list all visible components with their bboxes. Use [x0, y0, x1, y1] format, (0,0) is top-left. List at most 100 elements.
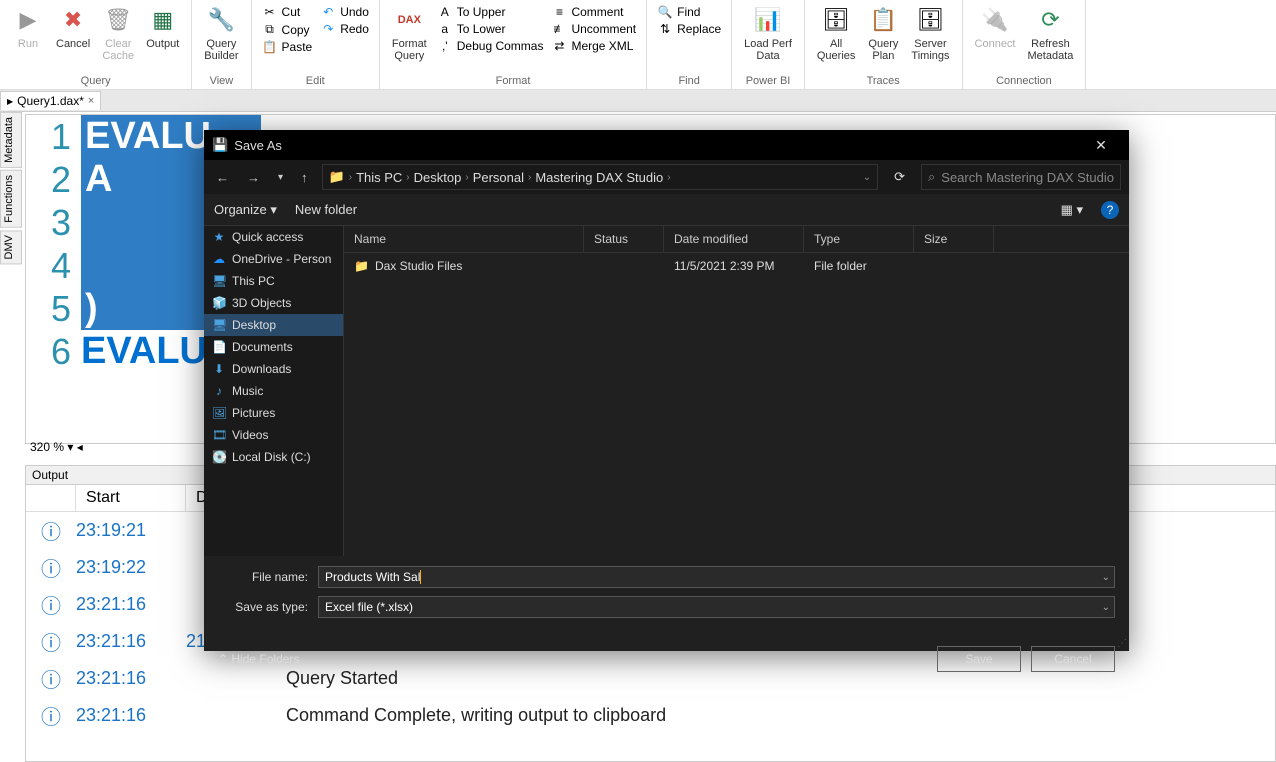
info-icon: ⓘ — [26, 627, 76, 656]
output-button[interactable]: ▦Output — [140, 2, 185, 52]
line-number: 6 — [26, 331, 81, 373]
debug-commas-button[interactable]: ,'Debug Commas — [433, 38, 548, 54]
tree-icon: 🎞 — [212, 428, 226, 442]
tab-query1[interactable]: ▶ Query1.dax* × — [0, 91, 101, 110]
undo-button[interactable]: ↶Undo — [316, 4, 373, 20]
output-row[interactable]: ⓘ 23:21:16 Command Complete, writing out… — [26, 697, 1275, 734]
to-upper-button[interactable]: ATo Upper — [433, 4, 548, 20]
uncomment-button[interactable]: ≢Uncomment — [547, 21, 640, 37]
tree-label: Downloads — [232, 362, 291, 376]
tree-item[interactable]: 🖥Desktop — [204, 314, 343, 336]
tree-label: Quick access — [232, 230, 303, 244]
tree-item[interactable]: ♪Music — [204, 380, 343, 402]
search-input[interactable]: ⌕ Search Mastering DAX Studio — [921, 164, 1121, 190]
savetype-label: Save as type: — [218, 600, 318, 614]
zoom-control[interactable]: 320 % ▾ ◂ — [30, 440, 83, 454]
file-list: Name Status Date modified Type Size 📁Dax… — [344, 226, 1129, 556]
clear-cache-button[interactable]: 🗑Clear Cache — [96, 2, 140, 64]
dialog-icon: 💾 — [212, 137, 228, 153]
output-message: Command Complete, writing output to clip… — [286, 705, 1275, 726]
hide-folders-button[interactable]: ⌃ Hide Folders — [218, 652, 299, 666]
tree-item[interactable]: ★Quick access — [204, 226, 343, 248]
connect-button[interactable]: 🔌Connect — [969, 2, 1022, 52]
nav-up-button[interactable]: ↑ — [297, 170, 312, 185]
tree-icon: 🖥 — [212, 274, 226, 288]
to-lower-button[interactable]: aTo Lower — [433, 21, 548, 37]
merge-icon: ⇄ — [551, 39, 567, 53]
tree-icon: 🖼 — [212, 406, 226, 420]
save-button[interactable]: Save — [937, 646, 1021, 672]
nav-back-button[interactable]: ← — [212, 170, 233, 185]
tree-item[interactable]: 🖼 Pictures — [204, 402, 343, 424]
tree-item[interactable]: 📄Documents — [204, 336, 343, 358]
cancel-icon: ✖ — [57, 4, 89, 36]
tree-icon: 🖥 — [212, 318, 226, 332]
cancel-button[interactable]: ✖Cancel — [50, 2, 96, 52]
breadcrumb[interactable]: 📁 › This PC› Desktop› Personal› Masterin… — [322, 164, 879, 190]
close-dialog-button[interactable]: ✕ — [1081, 137, 1121, 154]
tree-label: Pictures — [232, 406, 275, 420]
tree-label: Videos — [232, 428, 268, 442]
all-queries-button[interactable]: 🗄All Queries — [811, 2, 862, 64]
nav-recent-button[interactable]: ▾ — [274, 172, 287, 183]
info-icon: ⓘ — [26, 516, 76, 545]
resize-grip[interactable]: ⋰ — [1117, 638, 1127, 649]
run-button[interactable]: ▶Run — [6, 2, 50, 52]
output-time: 23:21:16 — [76, 631, 186, 652]
find-button[interactable]: 🔍Find — [653, 4, 725, 20]
query-plan-button[interactable]: 📋Query Plan — [861, 2, 905, 64]
tree-item[interactable]: ☁ OneDrive - Person — [204, 248, 343, 270]
redo-button[interactable]: ↷Redo — [316, 21, 373, 37]
refresh-metadata-button[interactable]: ⟳Refresh Metadata — [1022, 2, 1080, 64]
filename-input[interactable]: Products With Sal⌄ — [318, 566, 1115, 588]
commas-icon: ,' — [437, 39, 453, 53]
load-perf-button[interactable]: 📊Load Perf Data — [738, 2, 798, 64]
copy-button[interactable]: ⧉Copy — [258, 21, 317, 38]
dialog-title: Save As — [234, 138, 1081, 153]
timings-icon: 🗄 — [914, 4, 946, 36]
line-text: EVALU — [81, 330, 207, 373]
nav-refresh-button[interactable]: ⟳ — [888, 169, 911, 185]
view-options-button[interactable]: ▦ ▾ — [1061, 202, 1083, 218]
lower-icon: a — [437, 22, 453, 36]
new-folder-button[interactable]: New folder — [295, 202, 357, 217]
nav-forward-button[interactable]: → — [243, 170, 264, 185]
tree-icon: ☁ — [212, 252, 226, 266]
folder-icon: 📁 — [354, 259, 369, 273]
organize-button[interactable]: Organize ▾ — [214, 202, 277, 218]
tree-item[interactable]: 🖥 This PC — [204, 270, 343, 292]
tree-item[interactable]: 🎞 Videos — [204, 424, 343, 446]
nav-tree: ★Quick access ☁ OneDrive - Person 🖥 This PC 🧊… — [204, 226, 344, 556]
panel-functions[interactable]: Functions — [0, 170, 22, 228]
find-icon: 🔍 — [657, 5, 673, 19]
panel-dmv[interactable]: DMV — [0, 230, 22, 264]
cancel-dialog-button[interactable]: Cancel — [1031, 646, 1115, 672]
merge-xml-button[interactable]: ⇄Merge XML — [547, 38, 640, 54]
output-time: 23:19:21 — [76, 520, 186, 541]
side-panels: Metadata Functions DMV — [0, 112, 22, 266]
tree-icon: 💽 — [212, 450, 226, 464]
query-builder-button[interactable]: 🔧Query Builder — [198, 2, 244, 64]
comment-button[interactable]: ≡Comment — [547, 4, 640, 20]
tree-label: OneDrive - Person — [232, 252, 331, 266]
undo-icon: ↶ — [320, 5, 336, 19]
db-clear-icon: 🗑 — [102, 4, 134, 36]
comment-icon: ≡ — [551, 5, 567, 19]
panel-metadata[interactable]: Metadata — [0, 112, 22, 168]
tree-item[interactable]: 🧊3D Objects — [204, 292, 343, 314]
server-timings-button[interactable]: 🗄Server Timings — [905, 2, 955, 64]
close-tab-icon[interactable]: × — [88, 95, 94, 107]
cut-button[interactable]: ✂Cut — [258, 4, 317, 20]
save-as-dialog: 💾 Save As ✕ ← → ▾ ↑ 📁 › This PC› Desktop… — [204, 130, 1129, 651]
help-button[interactable]: ? — [1101, 201, 1119, 219]
tree-item[interactable]: ⬇Downloads — [204, 358, 343, 380]
dialog-titlebar[interactable]: 💾 Save As ✕ — [204, 130, 1129, 160]
paste-button[interactable]: 📋Paste — [258, 39, 317, 55]
savetype-select[interactable]: Excel file (*.xlsx)⌄ — [318, 596, 1115, 618]
line-number: 5 — [26, 288, 81, 330]
file-row[interactable]: 📁Dax Studio Files 11/5/2021 2:39 PM File… — [344, 253, 1129, 279]
tree-label: This PC — [232, 274, 275, 288]
replace-button[interactable]: ⇅Replace — [653, 21, 725, 37]
format-query-button[interactable]: DAXFormat Query — [386, 2, 433, 64]
tree-item[interactable]: 💽Local Disk (C:) — [204, 446, 343, 468]
